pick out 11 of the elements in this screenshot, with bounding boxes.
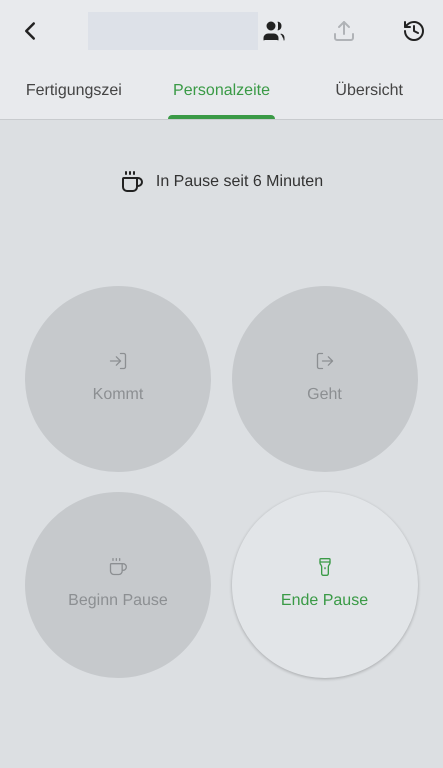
logout-icon	[314, 351, 334, 371]
tab[interactable]: Übersicht	[295, 62, 443, 119]
time-button[interactable]: Ende Pause	[232, 492, 418, 678]
login-icon	[108, 351, 128, 371]
history-icon[interactable]	[402, 19, 426, 43]
tab[interactable]: Personalzeite	[148, 62, 296, 119]
people-icon[interactable]	[262, 19, 286, 43]
cup-icon	[108, 557, 128, 577]
cup-icon	[120, 170, 144, 194]
tab[interactable]: Fertigungszei	[0, 62, 148, 119]
status-text: In Pause seit 6 Minuten	[156, 172, 324, 192]
